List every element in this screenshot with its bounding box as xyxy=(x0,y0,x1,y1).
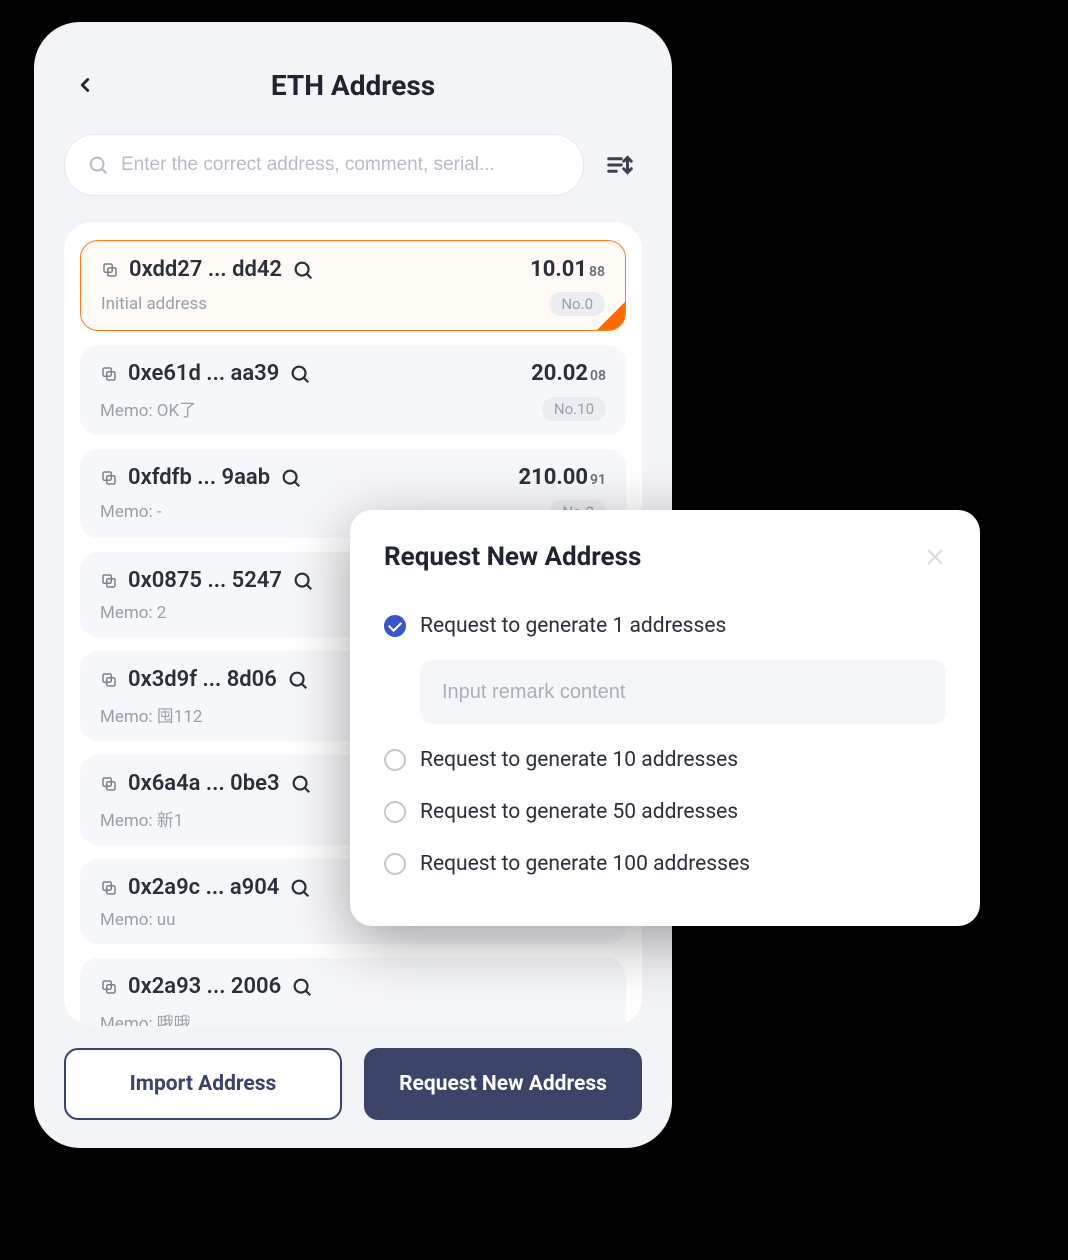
copy-icon[interactable] xyxy=(100,365,118,383)
back-button[interactable] xyxy=(72,72,98,98)
lookup-icon[interactable] xyxy=(292,259,314,281)
address-row: 0xe61d ... aa39 20.0208 xyxy=(100,361,606,386)
chevron-left-icon xyxy=(74,74,96,96)
balance: 210.0091 xyxy=(519,465,607,490)
memo-text: Memo: 2 xyxy=(100,603,166,623)
memo-row: Initial address No.0 xyxy=(101,292,605,316)
memo-text: Memo: OK了 xyxy=(100,396,196,421)
lookup-icon[interactable] xyxy=(290,773,312,795)
option-label: Request to generate 100 addresses xyxy=(420,852,750,876)
address-text: 0x2a93 ... 2006 xyxy=(128,974,281,999)
radio-icon xyxy=(384,853,406,875)
balance: 20.0208 xyxy=(531,361,606,386)
remark-input[interactable] xyxy=(442,681,924,704)
address-text: 0xdd27 ... dd42 xyxy=(129,257,282,282)
address-text: 0x0875 ... 5247 xyxy=(128,568,282,593)
balance: 10.0188 xyxy=(530,257,605,282)
memo-text: Initial address xyxy=(101,294,207,314)
index-badge: No.10 xyxy=(542,397,606,421)
copy-icon[interactable] xyxy=(100,775,118,793)
copy-icon[interactable] xyxy=(100,879,118,897)
memo-text: Memo: uu xyxy=(100,910,176,930)
search-box[interactable] xyxy=(64,134,584,196)
page-title: ETH Address xyxy=(271,69,435,102)
footer: Import Address Request New Address xyxy=(34,1026,672,1148)
radio-icon xyxy=(384,615,406,637)
search-icon xyxy=(87,154,109,176)
address-text: 0xe61d ... aa39 xyxy=(128,361,279,386)
memo-text: Memo: 新1 xyxy=(100,806,183,831)
memo-text: Memo: - xyxy=(100,502,162,522)
copy-icon[interactable] xyxy=(100,671,118,689)
sort-button[interactable] xyxy=(598,143,642,187)
modal-header: Request New Address xyxy=(384,542,946,572)
address-row: 0xfdfb ... 9aab 210.0091 xyxy=(100,465,606,490)
copy-icon[interactable] xyxy=(100,469,118,487)
index-badge: No.0 xyxy=(549,292,605,316)
copy-icon[interactable] xyxy=(100,978,118,996)
modal-close-button[interactable] xyxy=(924,546,946,568)
option-label: Request to generate 1 addresses xyxy=(420,614,726,638)
memo-row: Memo: 哦哦 xyxy=(100,1009,606,1026)
copy-icon[interactable] xyxy=(101,261,119,279)
address-card[interactable]: 0xdd27 ... dd42 10.0188 Initial address No.… xyxy=(80,240,626,331)
address-text: 0x3d9f ... 8d06 xyxy=(128,667,277,692)
lookup-icon[interactable] xyxy=(291,976,313,998)
copy-icon[interactable] xyxy=(100,572,118,590)
generate-option[interactable]: Request to generate 10 addresses xyxy=(384,734,946,786)
close-icon xyxy=(924,546,946,568)
address-row: 0x2a93 ... 2006 xyxy=(100,974,606,999)
lookup-icon[interactable] xyxy=(287,669,309,691)
option-label: Request to generate 10 addresses xyxy=(420,748,738,772)
header: ETH Address xyxy=(34,50,672,120)
sort-icon xyxy=(605,150,635,180)
address-text: 0xfdfb ... 9aab xyxy=(128,465,270,490)
generate-option[interactable]: Request to generate 50 addresses xyxy=(384,786,946,838)
import-address-button[interactable]: Import Address xyxy=(64,1048,342,1120)
generate-option[interactable]: Request to generate 100 addresses xyxy=(384,838,946,890)
address-row: 0xdd27 ... dd42 10.0188 xyxy=(101,257,605,282)
radio-icon xyxy=(384,801,406,823)
lookup-icon[interactable] xyxy=(280,467,302,489)
radio-icon xyxy=(384,749,406,771)
search-input[interactable] xyxy=(121,154,561,176)
remark-input-wrap[interactable] xyxy=(420,660,946,724)
memo-row: Memo: OK了 No.10 xyxy=(100,396,606,421)
address-text: 0x2a9c ... a904 xyxy=(128,875,279,900)
lookup-icon[interactable] xyxy=(289,877,311,899)
modal-title: Request New Address xyxy=(384,542,641,572)
memo-text: Memo: 囤112 xyxy=(100,702,202,727)
lookup-icon[interactable] xyxy=(289,363,311,385)
request-new-address-button[interactable]: Request New Address xyxy=(364,1048,642,1120)
address-text: 0x6a4a ... 0be3 xyxy=(128,771,280,796)
memo-text: Memo: 哦哦 xyxy=(100,1009,191,1026)
address-card[interactable]: 0xe61d ... aa39 20.0208 Memo: OK了 No.10 xyxy=(80,345,626,435)
address-card[interactable]: 0x2a93 ... 2006 Memo: 哦哦 xyxy=(80,958,626,1026)
option-label: Request to generate 50 addresses xyxy=(420,800,738,824)
request-new-address-modal: Request New Address Request to generate … xyxy=(350,510,980,926)
search-row xyxy=(34,120,672,204)
lookup-icon[interactable] xyxy=(292,570,314,592)
generate-option[interactable]: Request to generate 1 addresses xyxy=(384,600,946,652)
